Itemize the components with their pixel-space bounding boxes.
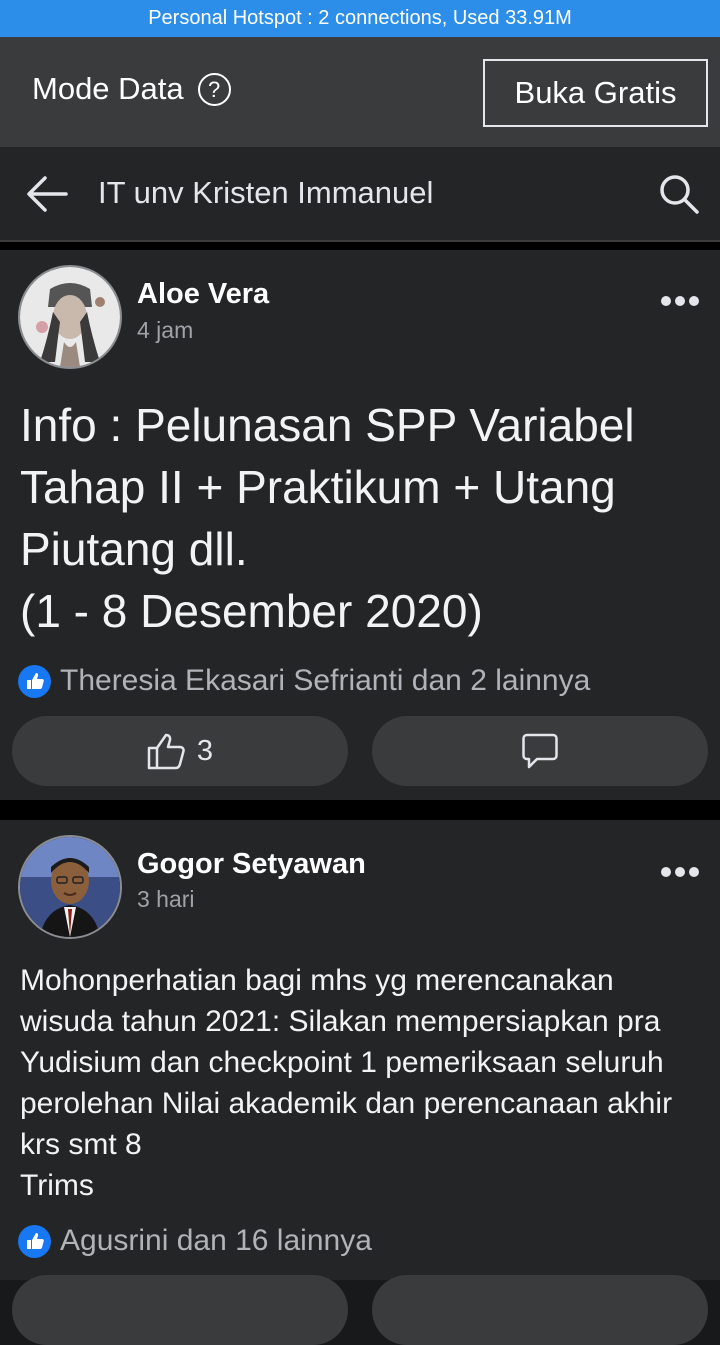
post-card: Gogor Setyawan 3 hari Mohonperhatian bag…	[0, 820, 720, 1345]
data-mode-title: Mode Data ?	[32, 71, 231, 107]
buka-gratis-button[interactable]: Buka Gratis	[483, 59, 708, 127]
reaction-names: Theresia Ekasari Sefrianti dan 2 lainnya	[60, 664, 591, 697]
more-options-icon[interactable]	[660, 866, 700, 878]
feed-divider	[0, 242, 720, 250]
search-icon[interactable]	[659, 174, 699, 214]
reaction-summary[interactable]: Agusrini dan 16 lainnya	[18, 1224, 372, 1258]
comment-button[interactable]	[372, 716, 708, 786]
help-icon[interactable]: ?	[197, 72, 231, 106]
comment-button[interactable]	[372, 1275, 708, 1345]
post-author[interactable]: Aloe Vera	[137, 278, 269, 311]
status-bar: Personal Hotspot : 2 connections, Used 3…	[0, 0, 720, 37]
arrow-left-icon[interactable]	[26, 175, 68, 213]
like-count: 3	[196, 734, 214, 767]
data-mode-bar: Mode Data ? Buka Gratis	[0, 37, 720, 147]
avatar[interactable]	[18, 835, 122, 939]
data-mode-label: Mode Data	[32, 71, 184, 106]
feed-divider	[0, 800, 720, 820]
post-text: Mohonperhatian bagi mhs yg merencanakan …	[20, 964, 673, 1202]
like-button[interactable]: 3	[12, 716, 348, 786]
like-badge-icon	[18, 1224, 51, 1258]
post-card: Aloe Vera 4 jam Info : Pelunasan SPP Var…	[0, 250, 720, 800]
thumbs-up-icon	[147, 733, 185, 770]
like-badge-icon	[18, 664, 51, 698]
group-title: IT unv Kristen Immanuel	[98, 175, 434, 210]
reaction-summary[interactable]: Theresia Ekasari Sefrianti dan 2 lainnya	[18, 664, 590, 698]
more-options-icon[interactable]	[660, 295, 700, 307]
post-time[interactable]: 3 hari	[137, 886, 195, 913]
like-button[interactable]	[12, 1275, 348, 1345]
post-author[interactable]: Gogor Setyawan	[137, 848, 366, 881]
reaction-names: Agusrini dan 16 lainnya	[60, 1224, 372, 1257]
post-time[interactable]: 4 jam	[137, 317, 193, 344]
comment-icon	[522, 733, 558, 769]
avatar[interactable]	[18, 265, 122, 369]
group-header: IT unv Kristen Immanuel	[0, 147, 720, 242]
post-text: Info : Pelunasan SPP Variabel Tahap II +…	[20, 399, 635, 637]
